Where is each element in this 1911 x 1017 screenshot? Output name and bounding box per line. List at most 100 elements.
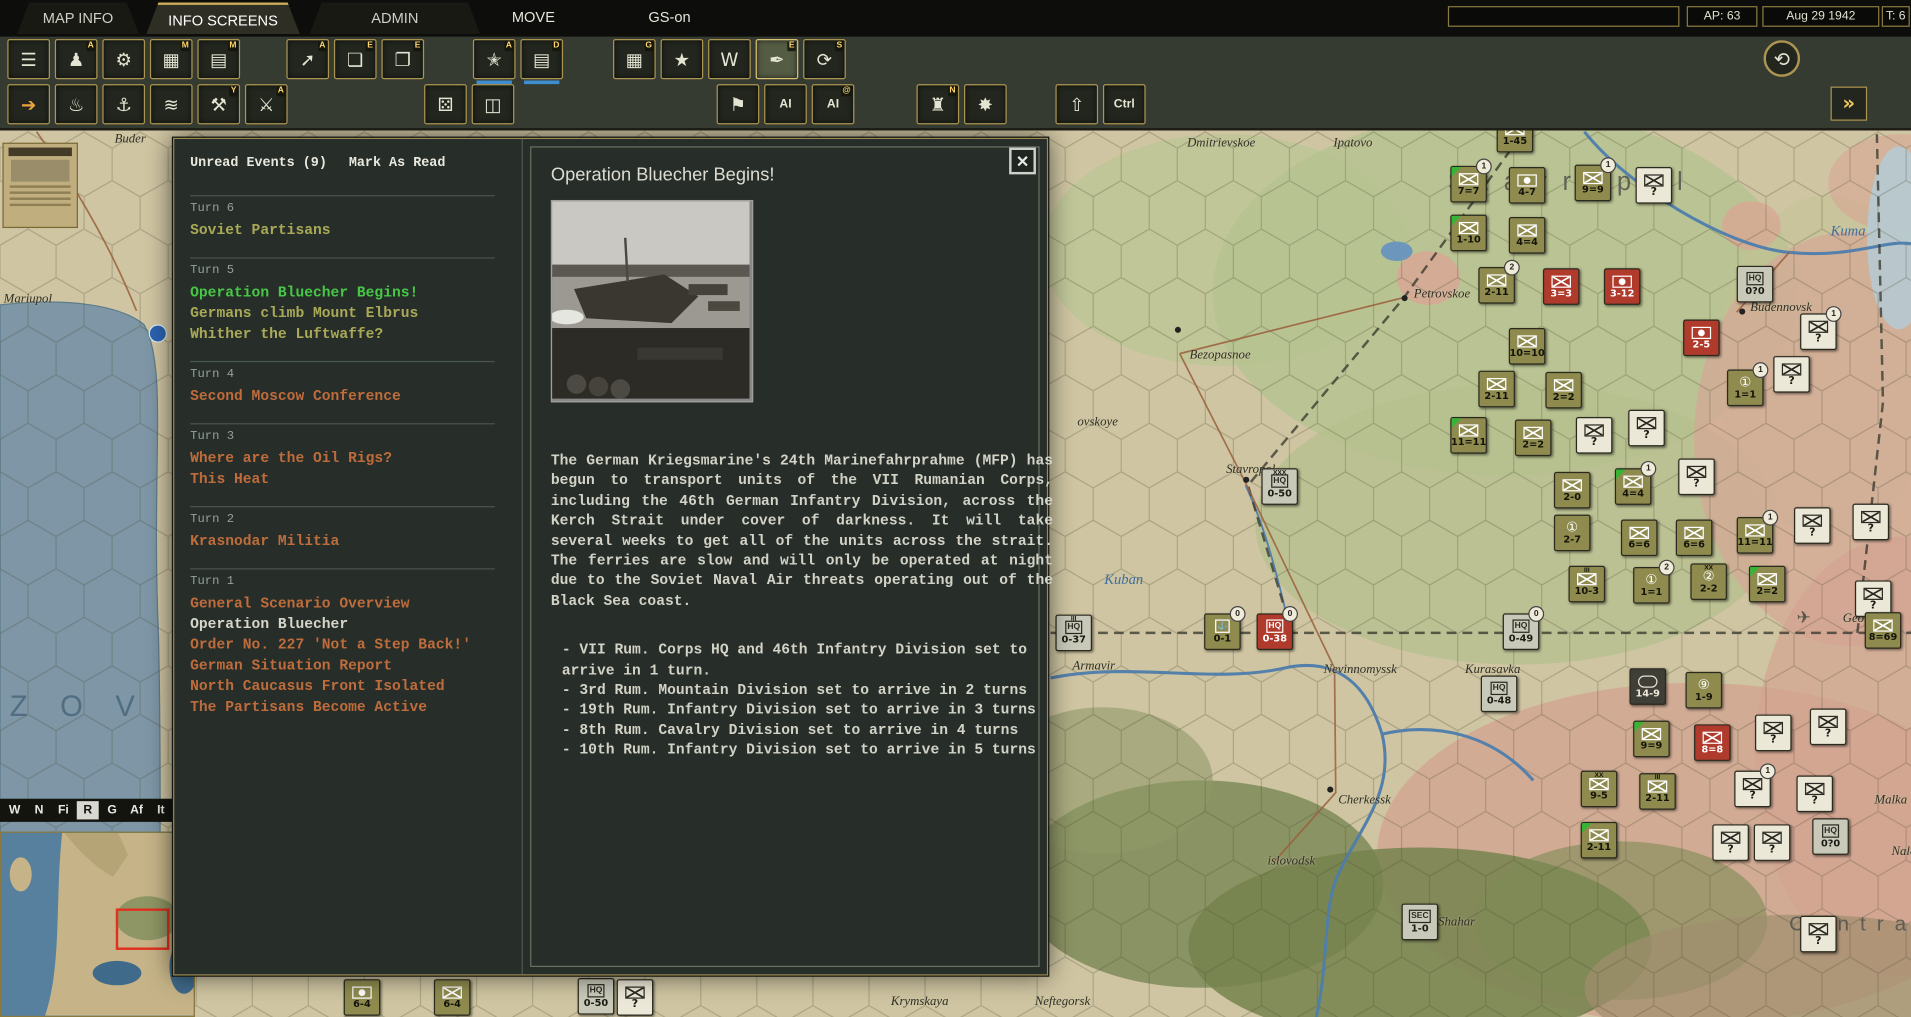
supply-button[interactable]: ◫	[472, 84, 515, 124]
globe-button[interactable]: ⟲	[1764, 40, 1801, 77]
event-item[interactable]: General Scenario Overview	[190, 594, 495, 615]
unit-counter[interactable]: ⑨1-9	[1686, 672, 1723, 709]
unit-counter[interactable]: ?	[1794, 507, 1831, 544]
unit-counter[interactable]: XXXHQ0-50	[1261, 468, 1298, 505]
unit-counter[interactable]: ?	[1755, 715, 1792, 752]
unit-counter[interactable]: 4=41	[1615, 468, 1652, 505]
unit-counter[interactable]: III2-11	[1639, 773, 1676, 810]
expand-button[interactable]: »	[1831, 87, 1868, 121]
river-transport-button[interactable]: ≋	[150, 84, 193, 124]
unit-counter[interactable]: ?1	[1800, 313, 1837, 350]
settings-button[interactable]: ⚙	[102, 39, 145, 79]
unit-counter[interactable]: ?	[1712, 824, 1749, 861]
units-roster-button[interactable]: ♟A	[55, 39, 98, 79]
ledger-button[interactable]: ▤D	[520, 39, 563, 79]
transfer-button[interactable]: ➚A	[286, 39, 329, 79]
reload-button[interactable]: ⟳S	[803, 39, 846, 79]
unit-counter[interactable]: 2-5	[1683, 319, 1720, 356]
shift-key-button[interactable]: ⇧	[1055, 84, 1098, 124]
unit-counter[interactable]: XX9-5	[1581, 771, 1618, 808]
rail-transport-button[interactable]: ♨	[55, 84, 98, 124]
event-item[interactable]: This Heat	[190, 469, 495, 490]
unit-counter[interactable]: 2=2	[1515, 419, 1552, 456]
unit-counter[interactable]: 11=111	[1737, 517, 1774, 554]
unit-counter[interactable]: HQ0-50	[578, 978, 615, 1015]
unit-counter[interactable]: ?1	[1734, 771, 1771, 808]
event-item[interactable]: Krasnodar Militia	[190, 532, 495, 553]
unit-counter[interactable]: IIIHQ0-37	[1055, 615, 1092, 652]
dice-button[interactable]: ⚄	[424, 84, 467, 124]
unit-counter[interactable]: 14-9	[1629, 668, 1666, 705]
air-unit-icon[interactable]: ✈	[1796, 608, 1810, 628]
gs-toggle[interactable]: GS-on	[648, 9, 690, 26]
orders-log-button[interactable]: ☰	[7, 39, 50, 79]
ai-settings-button[interactable]: AI@	[812, 84, 855, 124]
unit-counter[interactable]: SEC1-0	[1402, 904, 1439, 941]
event-item[interactable]: Operation Bluecher	[190, 615, 495, 636]
unit-counter[interactable]: 2-112	[1478, 267, 1515, 304]
unit-counter[interactable]: ?	[1628, 410, 1665, 447]
unit-counter[interactable]: 9=9	[1633, 721, 1670, 758]
unit-counter[interactable]: 6-4	[434, 979, 471, 1016]
nation-filter-it[interactable]: It	[150, 801, 172, 819]
unit-counter[interactable]: 9=91	[1575, 165, 1612, 202]
event-item[interactable]: German Situation Report	[190, 656, 495, 677]
nation-filter-fi[interactable]: Fi	[52, 801, 74, 819]
event-item[interactable]: Second Moscow Conference	[190, 387, 495, 408]
unit-counter[interactable]: 2=2	[1749, 566, 1786, 603]
unit-counter[interactable]: 8=8	[1694, 724, 1731, 761]
unit-counter[interactable]: 4-7	[1509, 167, 1546, 204]
unit-counter[interactable]: ?	[617, 979, 654, 1016]
nation-filter-af[interactable]: Af	[126, 801, 148, 819]
unit-counter[interactable]: ?	[1754, 824, 1791, 861]
unit-counter[interactable]: 3-12	[1604, 268, 1641, 305]
tab-map-info[interactable]: MAP INFO	[17, 2, 139, 34]
unit-counter[interactable]: 8=69	[1865, 612, 1902, 649]
unit-counter[interactable]: HQ0-48	[1481, 676, 1518, 713]
event-item[interactable]: North Caucasus Front Isolated	[190, 677, 495, 698]
unit-counter[interactable]: ?	[1576, 417, 1613, 454]
unit-counter[interactable]: ⚓0-10	[1204, 613, 1241, 650]
newspaper-thumbnail[interactable]	[2, 143, 78, 228]
medals-button[interactable]: ★	[661, 39, 704, 79]
unit-counter[interactable]: 2-0	[1554, 472, 1591, 509]
combat-button[interactable]: ✸	[964, 84, 1007, 124]
unit-counter[interactable]: ?	[1796, 776, 1833, 813]
unit-counter[interactable]: 7=71	[1450, 166, 1487, 203]
unit-counter[interactable]: ①1=11	[1727, 369, 1764, 406]
wiki-button[interactable]: W	[708, 39, 751, 79]
event-item[interactable]: Order No. 227 'Not a Step Back!'	[190, 635, 495, 656]
unit-counter[interactable]: 10=10	[1509, 328, 1546, 365]
unit-counter[interactable]: ?	[1678, 459, 1715, 496]
unit-counter[interactable]: ①1=12	[1633, 567, 1670, 604]
event-item[interactable]: The Partisans Become Active	[190, 698, 495, 719]
unit-counter[interactable]: ?	[1636, 167, 1673, 204]
unit-counter[interactable]: 6=6	[1676, 519, 1713, 556]
unit-counter[interactable]: 2-11	[1478, 371, 1515, 408]
unit-counter[interactable]: XX②2-2	[1690, 563, 1727, 600]
unit-counter[interactable]: 11=11	[1450, 417, 1487, 454]
signpost-button[interactable]: ⚑	[717, 84, 760, 124]
nation-filter-n[interactable]: N	[28, 801, 50, 819]
unit-counter[interactable]: ①2-7	[1554, 515, 1591, 552]
artillery-button[interactable]: ⚔A	[245, 84, 288, 124]
unit-counter[interactable]: HQ0-490	[1503, 613, 1540, 650]
unit-counter[interactable]: 4=4	[1509, 217, 1546, 254]
ctrl-key-button[interactable]: Ctrl	[1103, 84, 1146, 124]
minimap[interactable]	[0, 832, 195, 1017]
unit-counter[interactable]: 3=3	[1543, 268, 1580, 305]
calendar-button[interactable]: ▤M	[197, 39, 240, 79]
unit-counter[interactable]: ?	[1853, 504, 1890, 541]
event-item[interactable]: Whither the Luftwaffe?	[190, 324, 495, 345]
report-button-2[interactable]: ❐E	[381, 39, 424, 79]
nation-filter-r[interactable]: R	[77, 801, 99, 819]
unit-counter[interactable]: III10-3	[1569, 566, 1606, 603]
garrison-button[interactable]: ♜N	[917, 84, 960, 124]
ai-move-button[interactable]: AI	[764, 84, 807, 124]
mark-as-read-button[interactable]: Mark As Read	[349, 156, 446, 171]
tab-admin[interactable]: ADMIN	[310, 2, 481, 34]
unit-counter[interactable]: HQ0-380	[1257, 613, 1294, 650]
sea-transport-button[interactable]: ⚓	[102, 84, 145, 124]
unit-counter[interactable]: ?	[1773, 356, 1810, 393]
unit-counter[interactable]: 1-10	[1450, 215, 1487, 252]
